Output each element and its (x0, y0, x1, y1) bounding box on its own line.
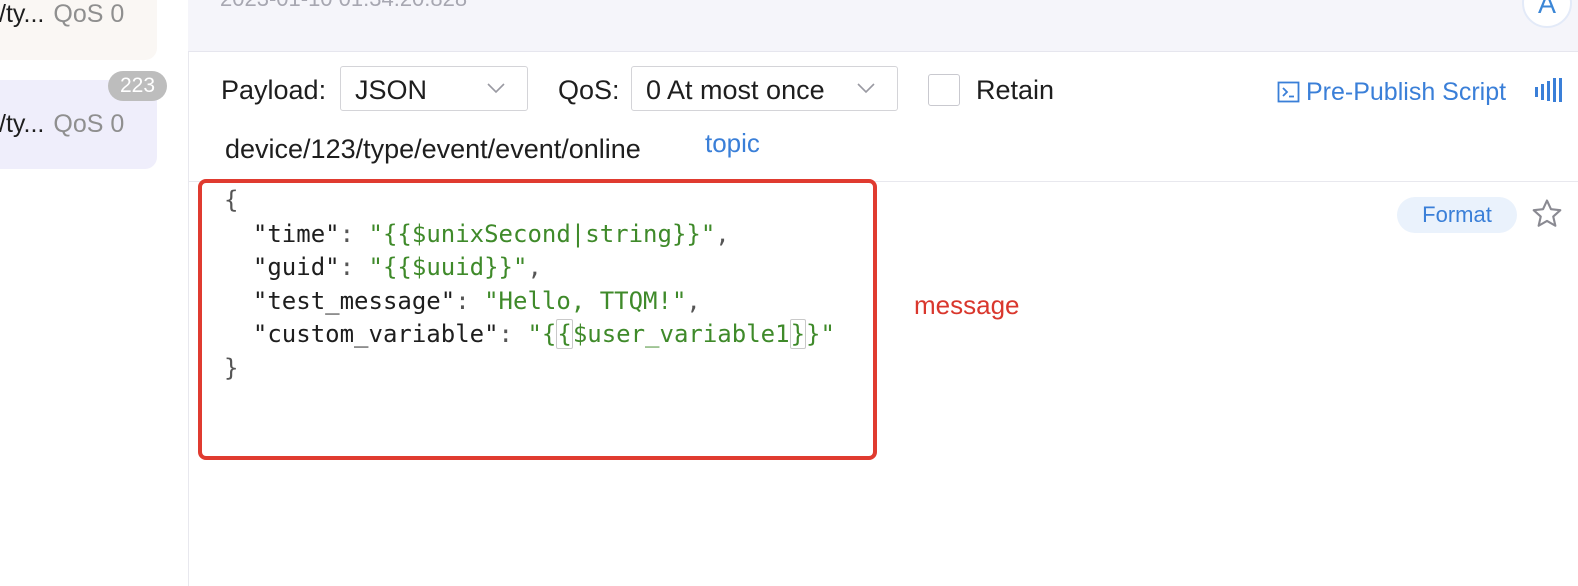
qos-label: QoS: (558, 75, 620, 105)
signal-bars-icon[interactable] (1535, 78, 1563, 104)
message-annotation: message (914, 290, 1020, 320)
payload-format-value: JSON (355, 75, 428, 105)
chevron-down-icon (857, 83, 875, 94)
message-highlight-box (198, 179, 877, 460)
qos-select[interactable]: 0 At most once (631, 66, 898, 111)
script-terminal-icon (1277, 81, 1300, 103)
pre-publish-script-link[interactable]: Pre-Publish Script (1306, 78, 1506, 107)
topic-input[interactable]: device/123/type/event/event/online (225, 134, 641, 165)
message-count-badge: 223 (108, 71, 167, 101)
topic-annotation: topic (705, 128, 760, 158)
topic-qos: QoS 0 (53, 110, 125, 138)
chevron-down-icon (487, 83, 505, 94)
topic-path: /ty... (0, 0, 45, 28)
topic-qos: QoS 0 (53, 0, 125, 28)
format-button[interactable]: Format (1397, 197, 1517, 233)
topic-path: /ty... (0, 110, 45, 138)
topic-list-item[interactable]: /ty... QoS 0 (0, 0, 157, 60)
payload-label: Payload: (221, 75, 327, 105)
star-icon[interactable] (1530, 197, 1564, 231)
retain-label: Retain (976, 75, 1055, 105)
retain-checkbox[interactable] (928, 74, 960, 106)
qos-value: 0 At most once (646, 75, 825, 105)
payload-format-select[interactable]: JSON (340, 66, 528, 111)
message-timestamp: 2023-01-10 01:34:20:828 (220, 0, 467, 12)
